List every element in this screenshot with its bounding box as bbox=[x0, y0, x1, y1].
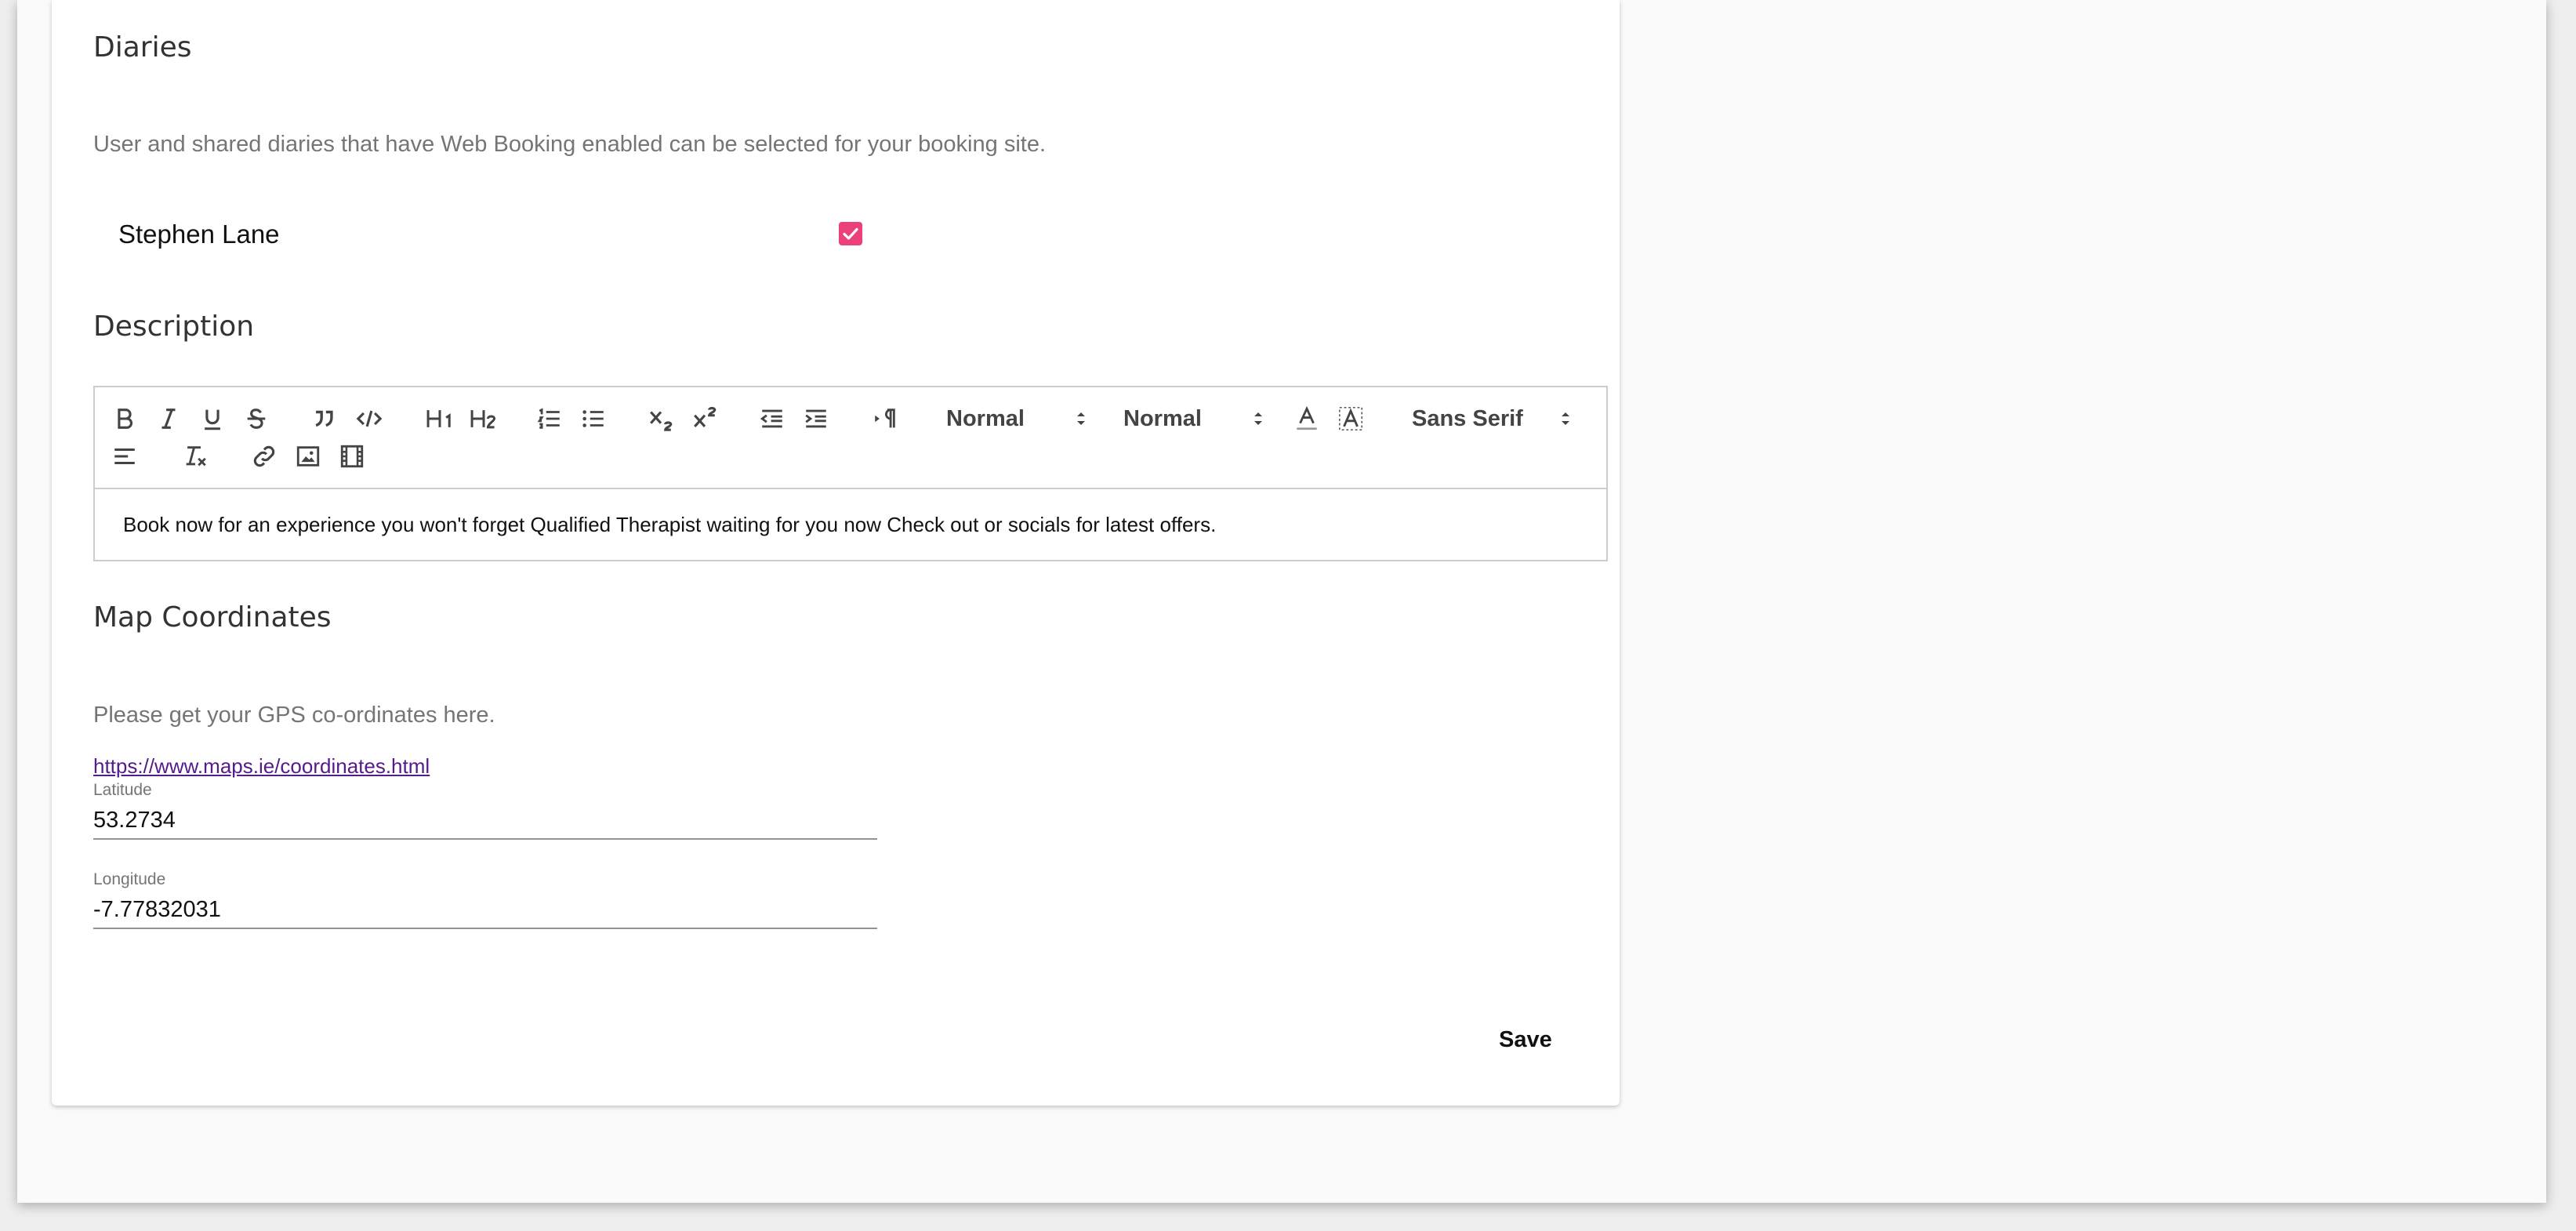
font-family-value: Sans Serif bbox=[1412, 405, 1523, 431]
coordinates-link[interactable]: https://www.maps.ie/coordinates.html bbox=[93, 754, 430, 779]
latitude-label: Latitude bbox=[93, 781, 152, 799]
header-size-value: Normal bbox=[946, 405, 1025, 431]
subscript-icon[interactable] bbox=[645, 403, 677, 434]
select-arrows-icon bbox=[1254, 412, 1262, 425]
editor-toolbar: Normal Normal Sans Serif bbox=[95, 387, 1606, 489]
outdent-icon[interactable] bbox=[756, 403, 788, 434]
text-color-icon[interactable] bbox=[1291, 403, 1322, 434]
longitude-input[interactable] bbox=[93, 897, 877, 929]
bullet-list-icon[interactable] bbox=[578, 403, 609, 434]
latitude-input[interactable] bbox=[93, 808, 877, 840]
rich-text-editor: Normal Normal Sans Serif Book now for an… bbox=[93, 386, 1608, 561]
bold-icon[interactable] bbox=[109, 403, 140, 434]
editor-content[interactable]: Book now for an experience you won't for… bbox=[123, 513, 1216, 537]
underline-icon[interactable] bbox=[197, 403, 228, 434]
background-color-icon[interactable] bbox=[1335, 403, 1366, 434]
select-arrows-icon bbox=[1077, 412, 1085, 425]
rtl-icon[interactable] bbox=[869, 403, 901, 434]
link-icon[interactable] bbox=[249, 441, 280, 472]
map-coordinates-title: Map Coordinates bbox=[93, 601, 332, 634]
select-arrows-icon bbox=[1562, 412, 1569, 425]
strike-icon[interactable] bbox=[241, 403, 272, 434]
diaries-help-text: User and shared diaries that have Web Bo… bbox=[93, 132, 1046, 157]
diary-name: Stephen Lane bbox=[118, 220, 280, 249]
page-background: Diaries User and shared diaries that hav… bbox=[17, 0, 2546, 1203]
font-size-select[interactable]: Normal bbox=[1123, 403, 1264, 434]
font-family-select[interactable]: Sans Serif bbox=[1412, 403, 1572, 434]
font-size-value: Normal bbox=[1123, 405, 1202, 431]
code-icon[interactable] bbox=[354, 403, 385, 434]
clear-format-icon[interactable] bbox=[180, 441, 211, 472]
diaries-title: Diaries bbox=[93, 31, 192, 64]
italic-icon[interactable] bbox=[153, 403, 184, 434]
h1-icon[interactable] bbox=[423, 403, 457, 434]
header-size-select[interactable]: Normal bbox=[946, 403, 1087, 434]
indent-icon[interactable] bbox=[800, 403, 832, 434]
save-button[interactable]: Save bbox=[1486, 1021, 1565, 1059]
map-help-text: Please get your GPS co-ordinates here. bbox=[93, 703, 495, 728]
video-icon[interactable] bbox=[336, 441, 368, 472]
check-icon bbox=[843, 227, 858, 240]
longitude-label: Longitude bbox=[93, 870, 166, 888]
h2-icon[interactable] bbox=[466, 403, 501, 434]
superscript-icon[interactable] bbox=[689, 403, 720, 434]
ordered-list-icon[interactable] bbox=[534, 403, 565, 434]
blockquote-icon[interactable] bbox=[308, 403, 339, 434]
settings-card: Diaries User and shared diaries that hav… bbox=[52, 0, 1620, 1106]
image-icon[interactable] bbox=[292, 441, 324, 472]
align-left-icon[interactable] bbox=[109, 441, 140, 472]
description-title: Description bbox=[93, 310, 255, 343]
diary-checkbox[interactable] bbox=[839, 222, 862, 245]
